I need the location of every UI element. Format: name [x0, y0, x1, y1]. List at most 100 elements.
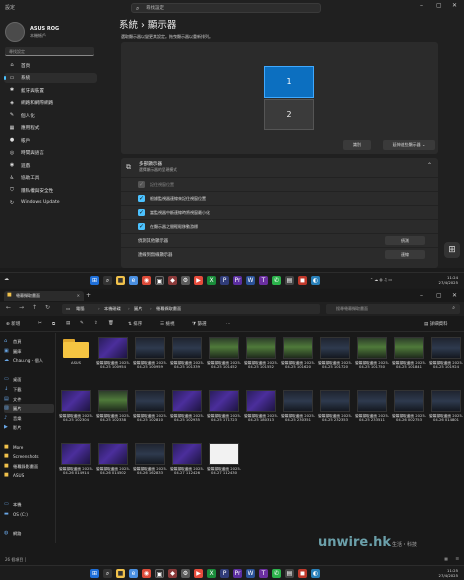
forward-arrow-icon[interactable]: → — [19, 304, 24, 311]
file-item[interactable]: 螢幕擷取畫面 2025-04-26 014502 — [96, 443, 130, 489]
filter-button[interactable]: ⧩ 篩選 — [192, 321, 206, 327]
sidebar-item[interactable]: ⛉ 隱私權與安全性 — [4, 185, 97, 195]
app-icon[interactable]: ▤ — [285, 569, 294, 578]
file-item[interactable]: 螢幕擷取畫面 2025-04-26 162833 — [133, 443, 167, 489]
sidebar-item[interactable]: ♿ 協助工具 — [4, 173, 97, 183]
file-item[interactable]: 螢幕擷取畫面 2025-04-26 014801 — [429, 390, 463, 436]
store-icon[interactable]: ▣ — [155, 569, 164, 578]
extend-displays-dropdown[interactable]: 延伸這些顯示器 ⌄ — [383, 140, 435, 150]
file-item[interactable]: 螢幕擷取畫面 2025-04-25 101720 — [318, 337, 352, 383]
checkbox[interactable]: ✓ — [138, 223, 145, 230]
sidebar-item[interactable]: ⌂ 首頁 — [4, 60, 97, 70]
media-icon[interactable]: ▶ — [194, 276, 203, 285]
file-item[interactable]: 螢幕擷取畫面 2025-04-25 100954 — [96, 337, 130, 383]
tree-item[interactable]: ☁ Chau.ng - 個人 — [4, 356, 54, 365]
file-item[interactable]: 螢幕擷取畫面 2025-04-25 100959 — [133, 337, 167, 383]
close-button[interactable]: ✕ — [452, 2, 457, 9]
teams-icon[interactable]: T — [259, 276, 268, 285]
file-item[interactable]: 螢幕擷取畫面 2025-04-25 101924 — [429, 337, 463, 383]
details-button[interactable]: ▤ 詳細資料 — [424, 321, 448, 327]
file-explorer-icon[interactable]: ■ — [116, 569, 125, 578]
file-item[interactable]: 螢幕擷取畫面 2025-04-25 101452 — [207, 337, 241, 383]
explorer-close-button[interactable]: ✕ — [452, 292, 457, 299]
app2-icon[interactable]: ◼ — [298, 276, 307, 285]
file-explorer-icon[interactable]: ■ — [116, 276, 125, 285]
breadcrumb-parent[interactable]: 系統 — [119, 20, 138, 31]
share-icon[interactable]: ⇪ — [94, 321, 98, 326]
sidebar-item[interactable]: ◎ 時間與語言 — [4, 148, 97, 158]
cut-icon[interactable]: ✂ — [38, 321, 42, 326]
file-item[interactable]: 螢幕擷取畫面 2025-04-25 101339 — [170, 337, 204, 383]
sidebar-item[interactable]: ▦ 應用程式 — [4, 123, 97, 133]
tree-item[interactable]: ▭ 桌面 — [4, 375, 54, 384]
tray-icons[interactable]: ⌃ ☁ ◍ ♫ ▭ — [370, 277, 392, 282]
grid-view-icon[interactable]: ▦ — [444, 556, 448, 561]
photoshop-icon[interactable]: P — [220, 569, 229, 578]
app3-icon[interactable]: ◐ — [311, 276, 320, 285]
view-button[interactable]: ☰ 檢視 — [160, 321, 174, 327]
tree-item[interactable]: ▶ 影片 — [4, 423, 54, 432]
chrome-icon[interactable]: ◉ — [142, 276, 151, 285]
delete-icon[interactable]: 🗑 — [108, 321, 114, 326]
checkbox[interactable]: ✓ — [138, 209, 145, 216]
up-arrow-icon[interactable]: ↑ — [32, 304, 37, 311]
file-item[interactable]: 螢幕擷取畫面 2025-04-25 101841 — [392, 337, 426, 383]
copy-icon[interactable]: ⧉ — [52, 321, 55, 327]
rename-icon[interactable]: ✎ — [80, 321, 84, 326]
premiere-icon[interactable]: Pr — [233, 276, 242, 285]
taskbar-clock-bottom[interactable]: 11:25 27/4/2025 — [439, 568, 458, 578]
file-item[interactable]: 螢幕擷取畫面 2025-04-25 233511 — [355, 390, 389, 436]
sidebar-item[interactable]: ◈ 網路和網際網路 — [4, 98, 97, 108]
game-icon[interactable]: ◆ — [168, 276, 177, 285]
detect-button[interactable]: 偵測 — [385, 236, 425, 245]
folder-item[interactable]: ASUS — [61, 337, 91, 383]
tree-item[interactable]: ■ More — [4, 443, 54, 452]
minimize-button[interactable]: – — [420, 2, 423, 9]
new-button[interactable]: ⊕ 新增 — [6, 321, 20, 327]
start-icon[interactable]: ⊞ — [90, 276, 99, 285]
xbox-icon[interactable]: X — [207, 569, 216, 578]
maximize-button[interactable]: ▢ — [436, 2, 442, 9]
explorer-minimize-button[interactable]: – — [420, 292, 423, 299]
tree-item[interactable]: ↓ 下載 — [4, 385, 54, 394]
settings-top-search[interactable]: ⌕ 尋找設定 — [131, 3, 321, 13]
file-item[interactable]: 螢幕擷取畫面 2025-04-27 112426 — [170, 443, 204, 489]
weather-icon[interactable]: ☁ — [4, 276, 9, 282]
close-tab-icon[interactable]: ✕ — [77, 293, 80, 298]
file-item[interactable]: 螢幕擷取畫面 2025-04-25 101552 — [244, 337, 278, 383]
tree-item[interactable]: ■ ASUS — [4, 471, 54, 480]
app-icon[interactable]: ▤ — [285, 276, 294, 285]
whatsapp-icon[interactable]: ✆ — [272, 276, 281, 285]
tree-item[interactable]: ▤ 文件 — [4, 395, 54, 404]
taskbar-clock[interactable]: 11:24 27/4/2025 — [439, 275, 458, 285]
breadcrumb-drive[interactable]: 本機磁碟 — [104, 306, 121, 312]
address-bar[interactable]: ▭ 電腦 › 本機磁碟 › 圖片 › 螢幕擷取畫面 — [62, 304, 320, 314]
file-item[interactable]: 螢幕擷取畫面 2025-04-26 014914 — [59, 443, 93, 489]
search-icon[interactable]: ⌕ — [103, 276, 112, 285]
breadcrumb-pictures[interactable]: 圖片 — [134, 306, 142, 312]
word-icon[interactable]: W — [246, 569, 255, 578]
connect-button[interactable]: 連線 — [385, 250, 425, 259]
file-item[interactable]: 螢幕擷取畫面 2025-04-26 002753 — [392, 390, 426, 436]
list-view-icon[interactable]: ☰ — [455, 556, 459, 561]
breadcrumb-screenshots[interactable]: 螢幕擷取畫面 — [156, 306, 181, 312]
tree-item[interactable]: ▨ 圖片 — [4, 404, 54, 414]
monitor-2-tile[interactable]: 2 — [264, 99, 314, 130]
monitor-1-tile[interactable]: 1 — [264, 66, 314, 98]
tree-item[interactable]: ▬ OS (C:) — [4, 510, 54, 519]
settings-gear-icon[interactable]: ⚙ — [181, 276, 190, 285]
tree-item[interactable]: ⌂ 首頁 — [4, 337, 54, 346]
start-icon[interactable]: ⊞ — [90, 569, 99, 578]
tree-item[interactable]: ◍ 網路 — [4, 529, 54, 538]
more-button[interactable]: … — [226, 321, 231, 326]
sidebar-item[interactable]: ▭ 系統 — [4, 72, 97, 83]
game-icon[interactable]: ◆ — [168, 569, 177, 578]
tree-item[interactable]: ■ 螢幕錄影畫面 — [4, 462, 54, 471]
sidebar-item[interactable]: ✎ 個人化 — [4, 110, 97, 120]
photoshop-icon[interactable]: P — [220, 276, 229, 285]
refresh-icon[interactable]: ↻ — [45, 304, 50, 311]
file-item[interactable]: 螢幕擷取畫面 2025-04-25 102338 — [96, 390, 130, 436]
whatsapp-icon[interactable]: ✆ — [272, 569, 281, 578]
tree-item[interactable]: ■ Screenshots — [4, 452, 54, 461]
sort-button[interactable]: ⇅ 排序 — [128, 321, 142, 327]
